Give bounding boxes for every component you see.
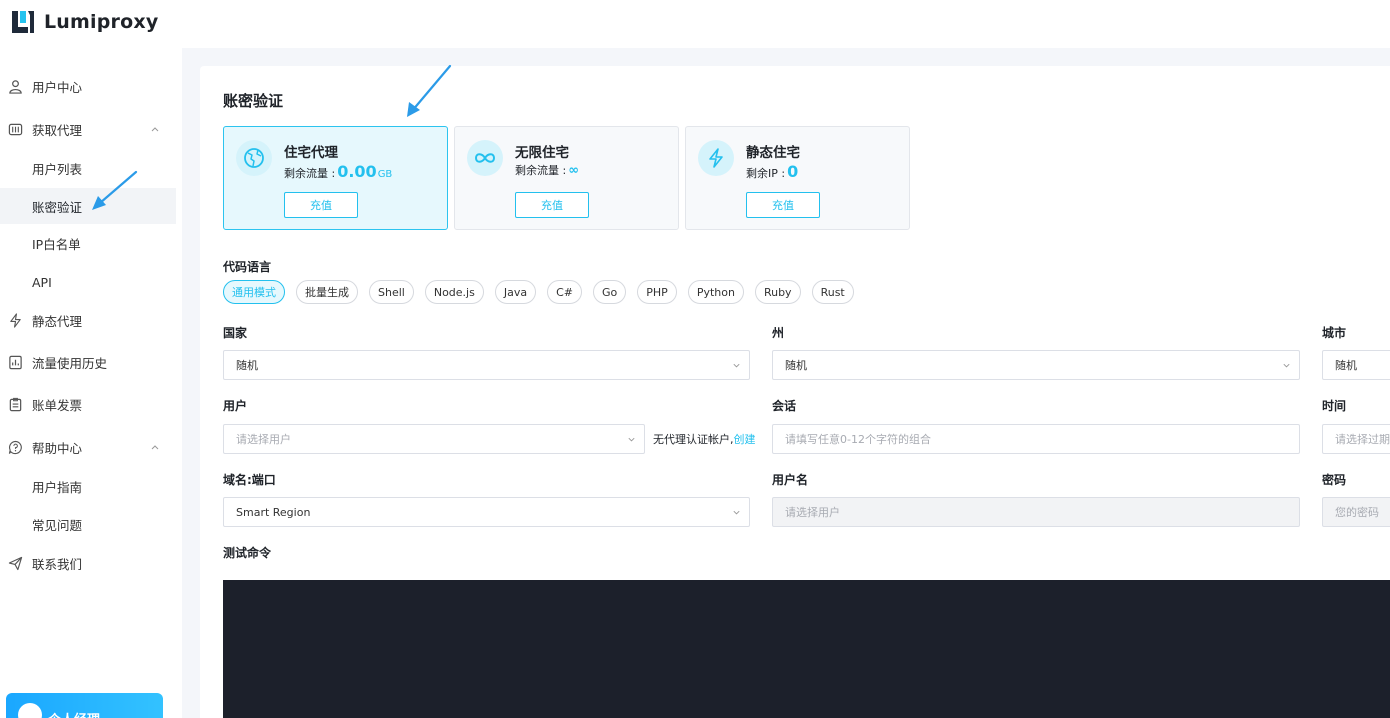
sidebar-item-static-proxy[interactable]: 静态代理 xyxy=(0,302,176,338)
help-icon xyxy=(8,440,22,454)
password-field: 您的密码 xyxy=(1322,497,1390,527)
lang-chip[interactable]: Rust xyxy=(811,280,854,304)
state-label: 州 xyxy=(772,326,785,340)
sidebar-item-help-center[interactable]: 帮助中心 xyxy=(0,429,176,465)
recharge-button-residential[interactable]: 充值 xyxy=(284,192,358,218)
sidebar-item-user-list[interactable]: 用户列表 xyxy=(0,150,176,186)
code-language-label: 代码语言 xyxy=(223,260,272,274)
lightning-icon xyxy=(10,312,21,328)
sidebar: 用户中心 获取代理 用户列表 账密验证 IP白名单 API 静态代理 流量使用历… xyxy=(0,48,182,718)
sidebar-item-api[interactable]: API xyxy=(0,264,176,300)
lang-chip[interactable]: Python xyxy=(687,280,744,304)
chevron-up-icon xyxy=(151,127,159,132)
create-account-link[interactable]: 创建 xyxy=(734,433,756,446)
lang-chip[interactable]: Node.js xyxy=(424,280,484,304)
language-chips: 通用模式 批量生成 Shell Node.js Java C# Go PHP P… xyxy=(223,280,865,304)
test-command-label: 测试命令 xyxy=(223,546,272,560)
domain-port-select[interactable]: Smart Region xyxy=(223,497,750,527)
residential-remaining-value: 0.00 xyxy=(337,162,377,181)
city-select[interactable]: 随机 xyxy=(1322,350,1390,380)
user-label: 用户 xyxy=(223,399,248,413)
password-label: 密码 xyxy=(1322,473,1347,487)
chevron-down-icon xyxy=(628,437,635,442)
username-field: 请选择用户 xyxy=(772,497,1300,527)
clipboard-icon xyxy=(9,397,22,411)
brand-logo[interactable]: Lumiproxy xyxy=(10,9,158,35)
test-command-terminal[interactable] xyxy=(223,580,1390,718)
sidebar-item-faq[interactable]: 常见问题 xyxy=(0,506,176,542)
lang-chip[interactable]: PHP xyxy=(637,280,677,304)
city-label: 城市 xyxy=(1322,326,1347,340)
domain-port-label: 域名:端口 xyxy=(223,473,276,487)
sidebar-item-user-guide[interactable]: 用户指南 xyxy=(0,468,176,504)
lang-chip[interactable]: Ruby xyxy=(754,280,801,304)
state-select[interactable]: 随机 xyxy=(772,350,1300,380)
brand-name: Lumiproxy xyxy=(44,11,159,33)
product-card-residential[interactable]: 住宅代理 剩余流量 : 0.00 GB 充值 xyxy=(223,126,448,230)
sidebar-item-get-proxy[interactable]: 获取代理 xyxy=(0,111,176,147)
session-label: 会话 xyxy=(772,399,797,413)
lang-chip[interactable]: Java xyxy=(494,280,537,304)
infinity-icon xyxy=(467,140,503,176)
chevron-down-icon xyxy=(733,510,740,515)
username-label: 用户名 xyxy=(772,473,809,487)
recharge-button-unlimited[interactable]: 充值 xyxy=(515,192,589,218)
chevron-down-icon xyxy=(733,363,740,368)
globe-icon xyxy=(236,140,272,176)
lang-chip[interactable]: 批量生成 xyxy=(296,280,358,304)
lang-chip[interactable]: Shell xyxy=(369,280,414,304)
logo-icon xyxy=(12,11,34,33)
page-title: 账密验证 xyxy=(223,92,284,110)
product-card-unlimited[interactable]: 无限住宅 剩余流量 : ∞ 充值 xyxy=(454,126,679,230)
time-select[interactable]: 请选择过期 xyxy=(1322,424,1390,454)
sidebar-item-ip-whitelist[interactable]: IP白名单 xyxy=(0,225,176,261)
lang-chip[interactable]: C# xyxy=(547,280,582,304)
session-input[interactable]: 请填写任意0-12个字符的组合 xyxy=(772,424,1300,454)
time-label: 时间 xyxy=(1322,399,1347,413)
sidebar-item-account-auth[interactable]: 账密验证 xyxy=(0,188,176,224)
personal-manager-button[interactable]: 个人经理 xyxy=(6,693,163,718)
country-select[interactable]: 随机 xyxy=(223,350,750,380)
user-select[interactable]: 请选择用户 xyxy=(223,424,645,454)
sidebar-item-contact[interactable]: 联系我们 xyxy=(0,545,176,581)
top-bar: Lumiproxy xyxy=(0,0,1390,48)
country-label: 国家 xyxy=(223,326,248,340)
unlimited-remaining-value: ∞ xyxy=(568,163,580,178)
manager-avatar-icon xyxy=(18,703,42,718)
no-account-note: 无代理认证帐户,创建 xyxy=(653,433,756,446)
lang-chip[interactable]: Go xyxy=(593,280,627,304)
sidebar-item-billing[interactable]: 账单发票 xyxy=(0,386,176,422)
lightning-icon xyxy=(698,140,734,176)
main-panel: 账密验证 住宅代理 剩余流量 : 0.00 GB 充值 无限住宅 剩余流量 : … xyxy=(200,66,1390,718)
send-icon xyxy=(8,556,23,570)
chevron-down-icon xyxy=(1283,363,1290,368)
sidebar-item-traffic-history[interactable]: 流量使用历史 xyxy=(0,344,176,380)
static-remaining-value: 0 xyxy=(787,162,799,181)
product-card-static[interactable]: 静态住宅 剩余IP : 0 充值 xyxy=(685,126,910,230)
sidebar-item-user-center[interactable]: 用户中心 xyxy=(0,68,176,104)
chevron-up-icon xyxy=(151,445,159,450)
lang-chip[interactable]: 通用模式 xyxy=(223,280,285,304)
user-icon xyxy=(9,79,22,94)
chart-icon xyxy=(9,355,22,369)
recharge-button-static[interactable]: 充值 xyxy=(746,192,820,218)
proxy-icon xyxy=(8,123,23,135)
